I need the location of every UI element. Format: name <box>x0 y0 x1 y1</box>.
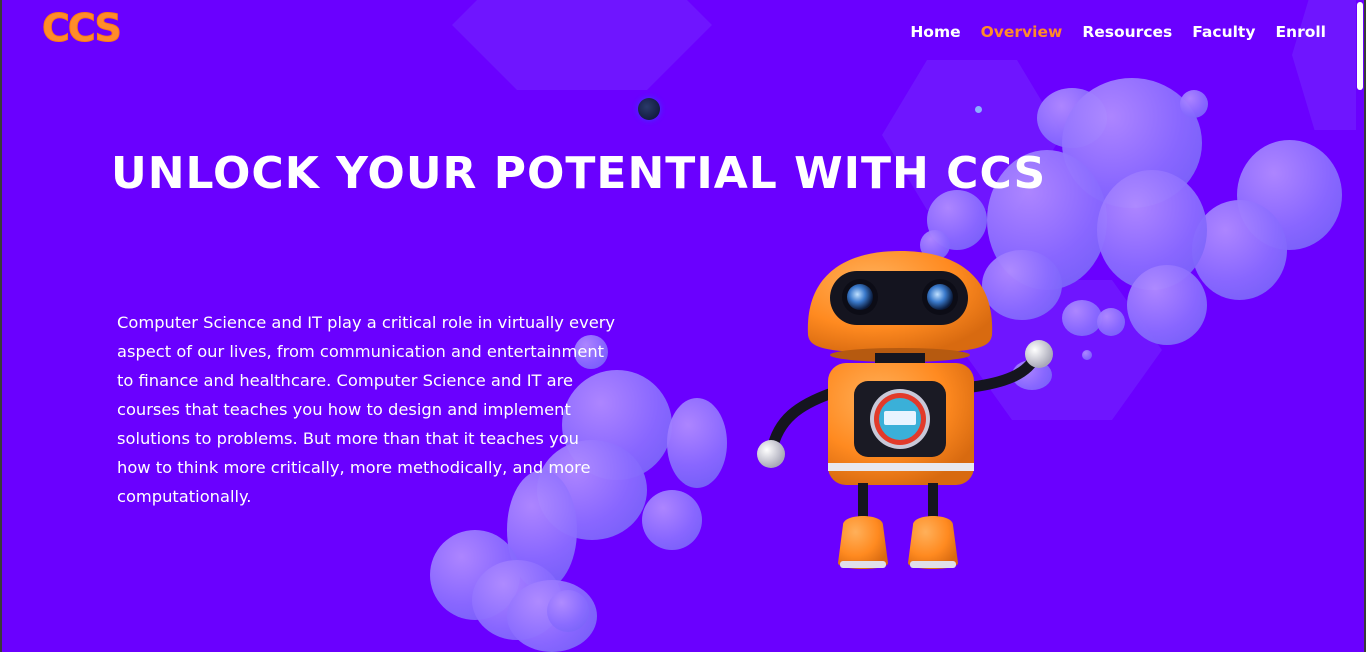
nav-overview-link[interactable]: Overview <box>981 23 1063 41</box>
decorative-blob <box>1082 350 1092 360</box>
decorative-blob <box>667 398 727 488</box>
nav-faculty-link[interactable]: Faculty <box>1192 23 1255 41</box>
main-nav: Home Overview Resources Faculty Enroll <box>910 23 1326 41</box>
vertical-scrollbar[interactable] <box>1356 0 1364 652</box>
background-hexagon <box>1292 0 1364 130</box>
decorative-blob <box>1127 265 1207 345</box>
decorative-blob <box>1097 308 1125 336</box>
background-hexagon <box>452 0 712 90</box>
hero-description: Computer Science and IT play a critical … <box>117 313 616 506</box>
decorative-orb <box>638 98 660 120</box>
brand-logo[interactable]: CCS <box>42 6 123 51</box>
decorative-blob <box>547 590 589 632</box>
robot-illustration <box>757 251 1053 569</box>
nav-home-link[interactable]: Home <box>910 23 960 41</box>
decorative-blob <box>1192 200 1287 300</box>
page: CCS Home Overview Resources Faculty Enro… <box>2 0 1364 652</box>
decorative-blob <box>642 490 702 550</box>
decorative-blob <box>1180 90 1208 118</box>
decorative-blob <box>1062 300 1102 336</box>
nav-resources-link[interactable]: Resources <box>1082 23 1172 41</box>
hero-headline: UNLOCK YOUR POTENTIAL WITH CCS <box>111 148 1047 199</box>
nav-enroll-link[interactable]: Enroll <box>1275 23 1326 41</box>
scrollbar-thumb[interactable] <box>1357 2 1363 90</box>
decorative-dot <box>975 106 982 113</box>
